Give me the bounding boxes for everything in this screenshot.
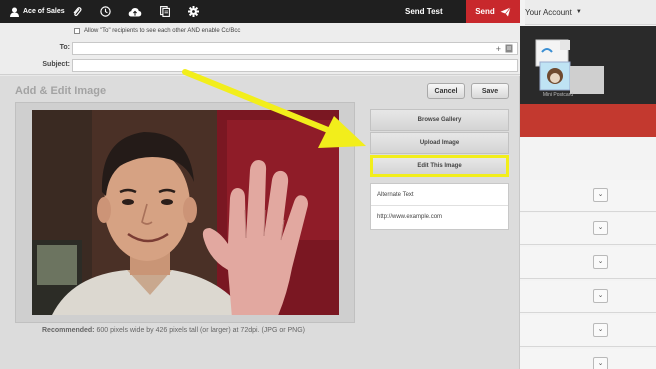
to-label: To: (59, 44, 70, 51)
recommended-label: Recommended: (42, 327, 95, 334)
top-toolbar: Ace of Sales Send Test Send (0, 0, 520, 23)
address-book-icon[interactable] (505, 44, 513, 55)
person-icon (10, 7, 19, 17)
your-account-label: Your Account (525, 7, 572, 17)
subject-label: Subject: (42, 61, 70, 68)
settings-button[interactable] (188, 0, 199, 23)
account-menu[interactable]: Ace of Sales (10, 0, 65, 23)
compose-header: Allow "To" recipients to see each other … (0, 23, 520, 75)
browse-gallery-button[interactable]: Browse Gallery (370, 109, 509, 131)
copy-button[interactable] (160, 0, 170, 23)
chevron-down-icon[interactable]: ⌄ (593, 357, 608, 369)
background-app-panel: Your Account ▼ Mini Postcard ⌄ ⌄ ⌄ ⌄ ⌄ ⌄ (520, 0, 656, 369)
image-preview-frame (15, 102, 355, 323)
add-edit-image-modal: Add & Edit Image Cancel Save Recommended… (0, 76, 520, 369)
cloud-upload-icon (128, 7, 142, 17)
list-item: ⌄ (520, 213, 656, 245)
list-item: ⌄ (520, 281, 656, 313)
link-url-field[interactable]: http://www.example.com (371, 206, 508, 228)
subject-field[interactable] (72, 59, 518, 72)
to-field[interactable]: + (72, 42, 518, 55)
image-preview (32, 110, 339, 315)
recommended-text: 600 pixels wide by 426 pixels tall (or l… (96, 327, 306, 334)
image-properties: Alternate Text http://www.example.com (370, 183, 509, 230)
chevron-down-icon[interactable]: ⌄ (593, 221, 608, 235)
chevron-down-icon[interactable]: ⌄ (593, 323, 608, 337)
cancel-button[interactable]: Cancel (427, 83, 465, 99)
your-account-menu[interactable]: Your Account ▼ (525, 0, 656, 25)
clock-icon (100, 6, 111, 17)
alternate-text-field[interactable]: Alternate Text (371, 184, 508, 206)
postcard-caption: Mini Postcard (542, 92, 574, 98)
plus-icon[interactable]: + (496, 44, 501, 55)
send-button[interactable]: Send (466, 0, 520, 23)
paperclip-icon (72, 6, 82, 18)
copy-icon (160, 6, 170, 17)
allow-recipients-checkbox[interactable] (74, 28, 80, 34)
upload-image-button[interactable]: Upload Image (370, 132, 509, 154)
modal-title: Add & Edit Image (15, 85, 107, 97)
chevron-down-icon[interactable]: ⌄ (593, 188, 608, 202)
chevron-down-icon[interactable]: ⌄ (593, 255, 608, 269)
edit-image-button[interactable]: Edit This Image (370, 155, 509, 177)
list-item: ⌄ (520, 180, 656, 212)
upload-button[interactable] (128, 0, 142, 23)
gear-icon (188, 6, 199, 17)
save-button[interactable]: Save (471, 83, 509, 99)
account-name: Ace of Sales (23, 8, 65, 15)
send-label: Send (475, 7, 495, 16)
chevron-down-icon[interactable]: ⌄ (593, 289, 608, 303)
send-test-button[interactable]: Send Test (405, 0, 443, 23)
image-actions: Browse Gallery Upload Image Edit This Im… (370, 109, 509, 177)
caret-down-icon: ▼ (575, 9, 582, 15)
recommended-size-note: Recommended: 600 pixels wide by 426 pixe… (42, 327, 305, 334)
red-banner (520, 104, 656, 137)
list-item: ⌄ (520, 315, 656, 347)
list-item: ⌄ (520, 247, 656, 279)
attach-button[interactable] (72, 0, 82, 23)
allow-recipients-label: Allow "To" recipients to see each other … (84, 28, 241, 34)
background-list: ⌄ ⌄ ⌄ ⌄ ⌄ ⌄ (520, 152, 656, 369)
allow-recipients-option[interactable]: Allow "To" recipients to see each other … (74, 28, 240, 34)
schedule-button[interactable] (100, 0, 111, 23)
paper-plane-icon (500, 6, 511, 17)
list-item: ⌄ (520, 349, 656, 369)
